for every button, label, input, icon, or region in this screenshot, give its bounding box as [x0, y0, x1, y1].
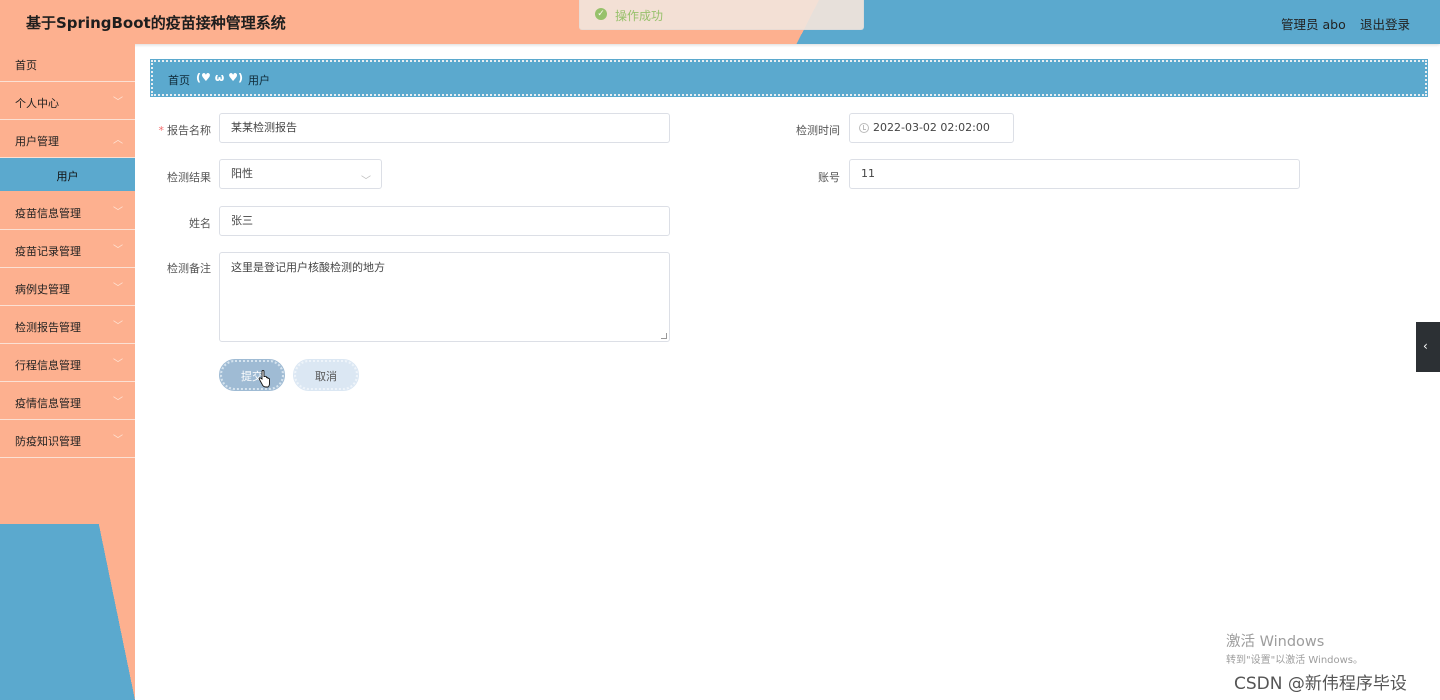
sidebar-item-user-management[interactable]: 用户管理 ︿	[0, 120, 135, 158]
sidebar-item-case-history[interactable]: 病例史管理 ﹀	[0, 268, 135, 306]
breadcrumb: 首页 (♥ ω ♥) 用户	[150, 59, 1428, 97]
sidebar-item-label: 用户管理	[15, 135, 59, 148]
result-select[interactable]: 阳性 ﹀	[219, 159, 382, 189]
sidebar-item-vaccine-info[interactable]: 疫苗信息管理 ﹀	[0, 192, 135, 230]
collapse-panel-button[interactable]: ‹	[1416, 322, 1440, 372]
sidebar-item-label: 行程信息管理	[15, 359, 81, 372]
chevron-down-icon: ﹀	[113, 97, 123, 108]
sidebar-item-label: 疫苗记录管理	[15, 245, 81, 258]
sidebar-subitem-users[interactable]: 用户	[0, 158, 135, 191]
resize-handle-icon[interactable]	[661, 333, 667, 339]
result-label: 检测结果	[167, 171, 211, 184]
sidebar-item-label: 防疫知识管理	[15, 435, 81, 448]
remark-label: 检测备注	[167, 262, 211, 275]
chevron-down-icon: ﹀	[113, 435, 123, 446]
chevron-down-icon: ﹀	[113, 397, 123, 408]
sidebar-item-epidemic-info[interactable]: 疫情信息管理 ﹀	[0, 382, 135, 420]
windows-activation-title: 激活 Windows	[1226, 634, 1325, 650]
sidebar-subitem-label: 用户	[56, 170, 79, 183]
sidebar-item-prevention-knowledge[interactable]: 防疫知识管理 ﹀	[0, 420, 135, 458]
account-label: 账号	[818, 171, 840, 184]
sidebar-item-home[interactable]: 首页	[0, 44, 135, 82]
breadcrumb-home[interactable]: 首页	[168, 72, 190, 88]
chevron-down-icon: ﹀	[113, 359, 123, 370]
csdn-watermark: CSDN @新伟程序毕设	[1234, 674, 1407, 694]
check-time-value: 2022-03-02 02:02:00	[873, 121, 990, 134]
sidebar-item-itinerary[interactable]: 行程信息管理 ﹀	[0, 344, 135, 382]
remark-value: 这里是登记用户核酸检测的地方	[231, 261, 385, 274]
sidebar-item-profile[interactable]: 个人中心 ﹀	[0, 82, 135, 120]
breadcrumb-current: 用户	[248, 74, 270, 87]
sidebar-item-vaccine-records[interactable]: 疫苗记录管理 ﹀	[0, 230, 135, 268]
account-input[interactable]: 11	[849, 159, 1300, 189]
sidebar-item-label: 首页	[15, 59, 37, 72]
name-label: 姓名	[189, 217, 211, 230]
remark-textarea[interactable]: 这里是登记用户核酸检测的地方	[219, 252, 670, 342]
sidebar-item-test-reports[interactable]: 检测报告管理 ﹀	[0, 306, 135, 344]
app-title: 基于SpringBoot的疫苗接种管理系统	[26, 14, 286, 32]
sidebar-item-label: 病例史管理	[15, 283, 70, 296]
toast-message: 操作成功	[615, 9, 664, 23]
breadcrumb-separator: (♥ ω ♥)	[196, 71, 243, 84]
windows-activation-hint: 转到"设置"以激活 Windows。	[1226, 655, 1364, 666]
check-time-label: 检测时间	[796, 124, 840, 137]
chevron-down-icon: ﹀	[113, 245, 123, 256]
report-name-label: * 报告名称	[158, 124, 212, 137]
check-time-picker[interactable]: 2022-03-02 02:02:00	[849, 113, 1014, 143]
cancel-button[interactable]: 取消	[293, 359, 359, 391]
sidebar-item-label: 个人中心	[15, 97, 59, 110]
result-value: 阳性	[231, 167, 253, 180]
chevron-down-icon: ﹀	[113, 321, 123, 332]
hand-cursor-icon	[258, 370, 270, 388]
sidebar-item-label: 疫苗信息管理	[15, 207, 81, 220]
sidebar-item-label: 检测报告管理	[15, 321, 81, 334]
chevron-down-icon: ﹀	[361, 176, 371, 187]
sidebar-item-label: 疫情信息管理	[15, 397, 81, 410]
sidebar: 首页 个人中心 ﹀ 用户管理 ︿ 用户 疫苗信息管理 ﹀ 疫苗记录管理 ﹀ 病例…	[0, 44, 135, 700]
chevron-down-icon: ﹀	[113, 283, 123, 294]
current-user: 管理员 abo	[1281, 17, 1346, 32]
chevron-down-icon: ﹀	[113, 207, 123, 218]
chevron-left-icon: ‹	[1423, 339, 1428, 353]
check-circle-icon: ✓	[595, 8, 607, 20]
logout-link[interactable]: 退出登录	[1360, 14, 1410, 33]
success-toast: ✓ 操作成功	[579, 0, 864, 30]
name-input[interactable]: 张三	[219, 206, 670, 236]
chevron-up-icon: ︿	[113, 135, 123, 146]
submit-button[interactable]: 提交	[219, 359, 285, 391]
report-name-input[interactable]: 某某检测报告	[219, 113, 670, 143]
clock-icon	[859, 123, 869, 133]
